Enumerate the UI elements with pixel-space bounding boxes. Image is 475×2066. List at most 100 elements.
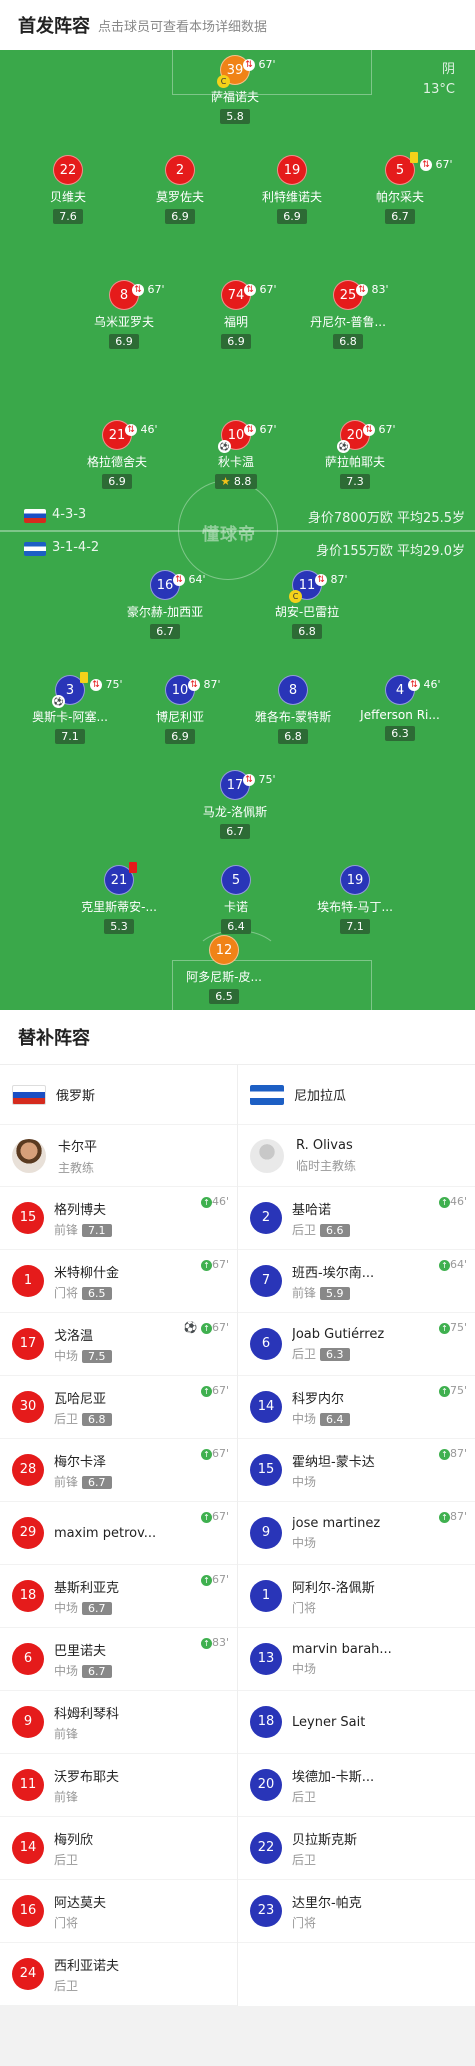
sub-position: 中场 6.7 <box>54 1599 119 1616</box>
sub-player-row[interactable]: 9 科姆利琴科 前锋 <box>0 1691 237 1754</box>
sub-in-icon: ↑ <box>200 1637 212 1649</box>
goal-icon: ⚽ <box>183 1321 201 1334</box>
away-player[interactable]: 16 ⇅ 64' 豪尔赫-加西亚 6.7 <box>110 570 220 639</box>
home-player[interactable]: 20 ⇅ 67' ⚽ 萨拉帕耶夫 7.3 <box>300 420 410 489</box>
sub-in-icon: ↑ <box>200 1574 212 1586</box>
home-team-name: 俄罗斯 <box>56 1089 96 1104</box>
player-rating: 7.1 <box>340 919 370 934</box>
sub-in-time: ↑ 75' <box>438 1384 467 1397</box>
home-coach[interactable]: 卡尔平 主教练 <box>0 1125 237 1187</box>
sub-position: 后卫 <box>54 1978 79 1993</box>
sub-in-time: ↑ 87' <box>438 1510 467 1523</box>
away-coach[interactable]: R. Olivas 临时主教练 <box>238 1125 475 1187</box>
sub-in-time: ↑ 67' <box>200 1258 229 1271</box>
sub-player-row[interactable]: 18 基斯利亚克 中场 6.7 ↑ 67' <box>0 1565 237 1628</box>
sub-position: 后卫 6.8 <box>54 1410 112 1427</box>
away-player[interactable]: 21 克里斯蒂安-... 5.3 <box>64 862 174 934</box>
player-rating: 6.7 <box>220 824 250 839</box>
player-number: 11 ⇅ 87' C <box>289 570 348 603</box>
player-name: 博尼利亚 <box>155 710 204 724</box>
sub-player-row[interactable]: 6 巴里诺夫 中场 6.7 ↑ 83' <box>0 1628 237 1691</box>
sub-out-icon: ⇅ <box>243 59 255 71</box>
sub-out-icon: ⇅ <box>420 159 432 171</box>
sub-player-row[interactable]: 17 戈洛温 中场 7.5 ⚽ ↑ 67' <box>0 1313 237 1376</box>
sub-out-icon: ⇅ <box>315 574 327 586</box>
coach-role: 主教练 <box>58 1160 95 1175</box>
sub-player-row[interactable]: 22 贝拉斯克斯 后卫 <box>238 1817 475 1880</box>
sub-name: 霍纳坦-蒙卡达 <box>292 1454 375 1470</box>
home-player[interactable]: 2 莫罗佐夫 6.9 <box>125 155 235 224</box>
sub-player-row[interactable]: 1 阿利尔-洛佩斯 门将 <box>238 1565 475 1628</box>
sub-position: 门将 <box>292 1600 317 1615</box>
sub-info: 霍纳坦-蒙卡达 中场 <box>292 1451 375 1490</box>
sub-name: 梅尔卡泽 <box>54 1454 107 1470</box>
player-name: 乌米亚罗夫 <box>93 315 154 329</box>
home-player[interactable]: 22 贝维夫 7.6 <box>13 155 123 224</box>
player-name: 萨福诺夫 <box>210 90 259 104</box>
sub-position: 门将 <box>292 1915 317 1930</box>
sub-position: 前锋 6.7 <box>54 1473 112 1490</box>
away-player[interactable]: 4 ⇅ 46' Jefferson Ri... 6.3 <box>345 675 455 741</box>
away-player[interactable]: 10 ⇅ 87' 博尼利亚 6.9 <box>125 675 235 744</box>
player-number: 4 ⇅ 46' <box>385 675 441 705</box>
away-player[interactable]: 5 卡诺 6.4 <box>181 865 291 934</box>
sub-name: 梅列欣 <box>54 1832 94 1848</box>
home-player[interactable]: 39 ⇅ 67' C 萨福诺夫 5.8 <box>180 55 290 124</box>
sub-in-time: ↑ 87' <box>438 1447 467 1460</box>
sub-number: 14 <box>12 1832 44 1864</box>
sub-player-row[interactable]: 28 梅尔卡泽 前锋 6.7 ↑ 67' <box>0 1439 237 1502</box>
sub-number: 9 <box>12 1706 44 1738</box>
home-player[interactable]: 21 ⇅ 46' 格拉德舍夫 6.9 <box>62 420 172 489</box>
away-player[interactable]: 11 ⇅ 87' C 胡安-巴雷拉 6.8 <box>252 570 362 639</box>
sub-player-row[interactable]: 14 梅列欣 后卫 <box>0 1817 237 1880</box>
sub-player-row[interactable]: 2 基哈诺 后卫 6.6 ↑ 46' <box>238 1187 475 1250</box>
sub-rating: 6.8 <box>82 1412 112 1426</box>
home-player[interactable]: 10 ⇅ 67' ⚽ 秋卡温 ★ 8.8 <box>181 420 291 489</box>
sub-player-row[interactable]: 14 科罗内尔 中场 6.4 ↑ 75' <box>238 1376 475 1439</box>
away-player[interactable]: 17 ⇅ 75' 马龙-洛佩斯 6.7 <box>180 770 290 839</box>
sub-rating: 6.7 <box>82 1601 112 1615</box>
sub-player-row[interactable]: 11 沃罗布耶夫 前锋 <box>0 1754 237 1817</box>
sub-player-row[interactable]: 1 米特柳什金 门将 6.5 ↑ 67' <box>0 1250 237 1313</box>
sub-name: 达里尔-帕克 <box>292 1895 362 1911</box>
home-player[interactable]: 8 ⇅ 67' 乌米亚罗夫 6.9 <box>69 280 179 349</box>
player-name: 格拉德舍夫 <box>86 455 147 469</box>
sub-player-row[interactable]: 16 阿达莫夫 门将 <box>0 1880 237 1943</box>
sub-name: 科罗内尔 <box>292 1391 345 1407</box>
sub-position: 中场 6.7 <box>54 1662 112 1679</box>
home-player[interactable]: 19 利特维诺夫 6.9 <box>237 155 347 224</box>
player-name: 帕尔采夫 <box>375 190 424 204</box>
away-player[interactable]: 8 雅各布-蒙特斯 6.8 <box>238 675 348 744</box>
sub-in-icon: ↑ <box>438 1448 450 1460</box>
weather-temp: 13°C <box>422 82 455 97</box>
coach-avatar <box>250 1138 284 1173</box>
away-player[interactable]: 12 阿多尼斯-皮... 6.5 <box>169 935 279 1004</box>
sub-number: 16 <box>12 1895 44 1927</box>
coach-avatar <box>12 1138 46 1173</box>
sub-player-row[interactable]: 18 Leyner Sait <box>238 1691 475 1754</box>
yellow-card-icon <box>80 672 88 683</box>
sub-player-row[interactable]: 30 瓦哈尼亚 后卫 6.8 ↑ 67' <box>0 1376 237 1439</box>
sub-player-row[interactable]: 24 西利亚诺夫 后卫 <box>0 1943 237 2006</box>
sub-player-row[interactable]: 15 霍纳坦-蒙卡达 中场 ↑ 87' <box>238 1439 475 1502</box>
home-team-header: 俄罗斯 <box>0 1065 237 1125</box>
sub-player-row[interactable]: 7 班西-埃尔南... 前锋 5.9 ↑ 64' <box>238 1250 475 1313</box>
sub-player-row[interactable]: 29 maxim petrov... ↑ 67' <box>0 1502 237 1565</box>
sub-player-row[interactable]: 20 埃德加-卡斯... 后卫 <box>238 1754 475 1817</box>
away-player[interactable]: 3 ⇅ 75' ⚽ 奥斯卡-阿塞... 7.1 <box>15 672 125 744</box>
home-player[interactable]: 74 ⇅ 67' 福明 6.9 <box>181 280 291 349</box>
home-player[interactable]: 5 ⇅ 67' 帕尔采夫 6.7 <box>345 152 455 224</box>
sub-player-row[interactable]: 9 jose martinez 中场 ↑ 87' <box>238 1502 475 1565</box>
home-player[interactable]: 25 ⇅ 83' 丹尼尔-普鲁... 6.8 <box>293 280 403 349</box>
home-subs-column: 俄罗斯 卡尔平 主教练 15 格列博夫 前锋 7.1 ↑ 46' 1 米特柳什金 门将 6.5 ↑ 6… <box>0 1065 237 2006</box>
sub-info: 阿利尔-洛佩斯 门将 <box>292 1577 375 1616</box>
sub-player-row[interactable]: 6 Joab Gutiérrez 后卫 6.3 ↑ 75' <box>238 1313 475 1376</box>
sub-player-row[interactable]: 15 格列博夫 前锋 7.1 ↑ 46' <box>0 1187 237 1250</box>
away-player[interactable]: 19 埃布特-马丁... 7.1 <box>300 865 410 934</box>
sub-out-icon: ⇅ <box>125 424 137 436</box>
sub-player-row[interactable]: 23 达里尔-帕克 门将 <box>238 1880 475 1943</box>
sub-player-row[interactable]: 13 marvin barah... 中场 <box>238 1628 475 1691</box>
sub-position: 前锋 7.1 <box>54 1221 112 1238</box>
player-number: 3 ⇅ 75' ⚽ <box>52 672 123 708</box>
sub-position: 后卫 <box>292 1852 317 1867</box>
